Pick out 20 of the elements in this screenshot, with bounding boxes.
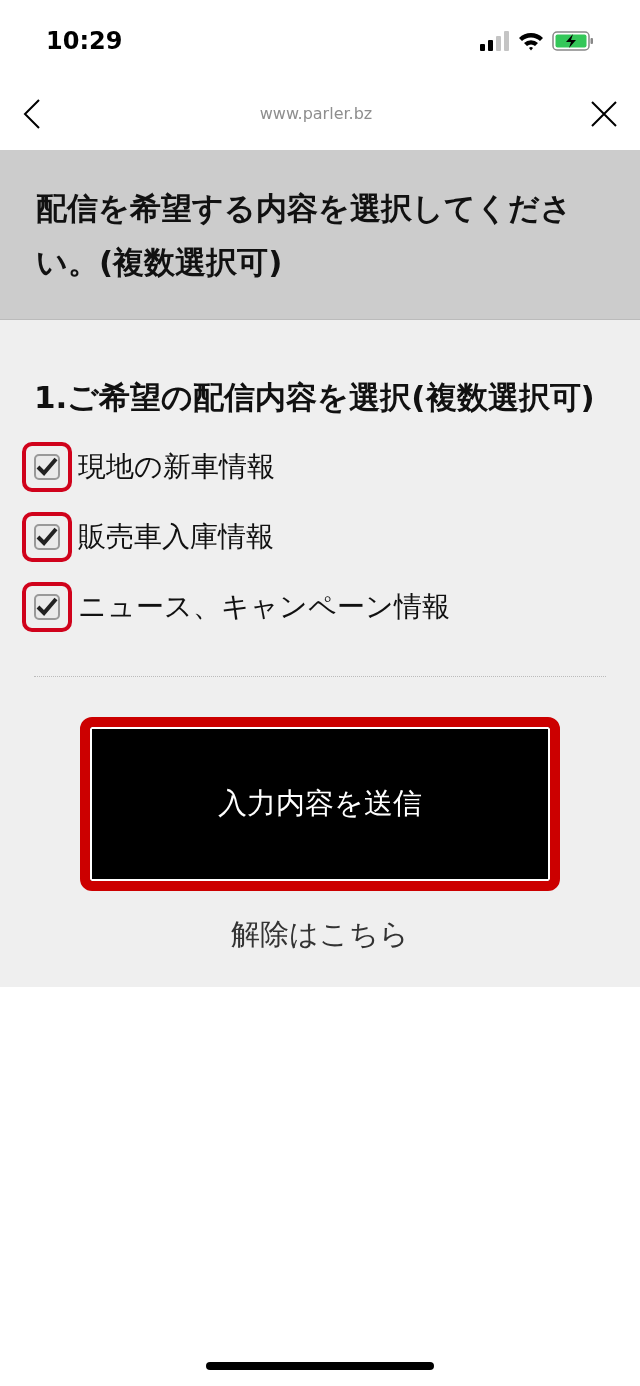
checkmark-icon — [36, 457, 58, 477]
url-text: www.parler.bz — [259, 103, 373, 125]
battery-charging-icon — [552, 31, 594, 51]
checkmark-icon — [36, 527, 58, 547]
option-label: 現地の新車情報 — [78, 449, 275, 485]
checkbox[interactable] — [22, 442, 72, 492]
unsubscribe-link[interactable]: 解除はこちら — [231, 913, 409, 957]
checkmark-icon — [36, 597, 58, 617]
close-icon[interactable] — [590, 100, 618, 128]
submit-button[interactable]: 入力内容を送信 — [80, 717, 560, 891]
signal-icon — [480, 31, 510, 51]
section-heading: 1.ご希望の配信内容を選択(複数選択可) — [34, 378, 596, 417]
checkbox[interactable] — [22, 582, 72, 632]
header-title: 配信を希望する内容を選択してください。(複数選択可) — [36, 188, 573, 282]
back-chevron-icon[interactable] — [22, 98, 42, 130]
checkbox[interactable] — [22, 512, 72, 562]
option-label: 販売車入庫情報 — [78, 519, 274, 555]
wifi-icon — [518, 31, 544, 51]
option-label: ニュース、キャンペーン情報 — [78, 589, 450, 625]
status-time: 10:29 — [46, 26, 123, 57]
